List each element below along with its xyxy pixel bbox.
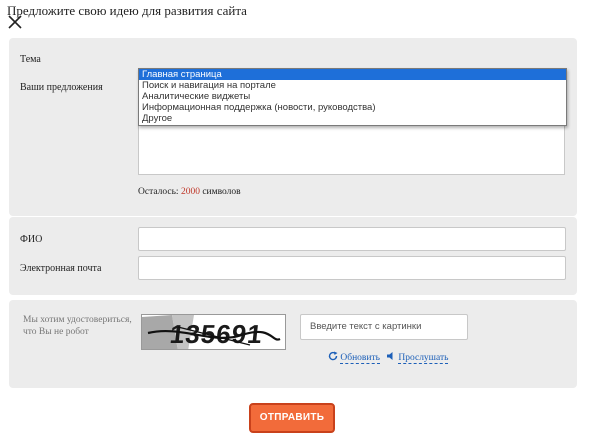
fio-input[interactable] [138, 227, 566, 251]
topic-option[interactable]: Поиск и навигация на портале [139, 80, 566, 91]
topic-option[interactable]: Другое [139, 113, 566, 124]
char-counter-prefix: Осталось: [138, 187, 179, 197]
email-input[interactable] [138, 256, 566, 280]
submit-button[interactable]: ОТПРАВИТЬ [249, 403, 335, 433]
char-counter-value: 2000 [180, 187, 200, 197]
topic-option[interactable]: Главная страница [139, 69, 566, 80]
topic-option[interactable]: Аналитические виджеты [139, 91, 566, 102]
refresh-icon [328, 351, 338, 361]
captcha-input[interactable]: Введите текст с картинки [300, 314, 468, 340]
listen-label[interactable]: Прослушать [398, 353, 449, 364]
topic-label: Тема [20, 54, 41, 65]
email-label: Электронная почта [20, 263, 102, 274]
fio-label: ФИО [20, 234, 43, 245]
refresh-label[interactable]: Обновить [340, 353, 380, 364]
refresh-captcha-link[interactable]: Обновить [328, 351, 380, 364]
speaker-icon [387, 352, 393, 360]
char-counter-suffix: символов [202, 187, 241, 197]
topic-option[interactable]: Информационная поддержка (новости, руков… [139, 102, 566, 113]
char-counter: Осталось: 2000 символов [138, 187, 241, 197]
suggestions-label: Ваши предложения [20, 82, 103, 93]
captcha-image: 135691 [141, 314, 286, 350]
topic-dropdown-list[interactable]: Главная страница Поиск и навигация на по… [138, 68, 567, 126]
page-title: Предложите свою идею для развития сайта [7, 3, 247, 18]
close-icon[interactable] [8, 15, 22, 29]
listen-captcha-link[interactable]: Прослушать [386, 351, 449, 364]
robot-check-text: Мы хотим удостовериться, что Вы не робот [23, 315, 132, 337]
